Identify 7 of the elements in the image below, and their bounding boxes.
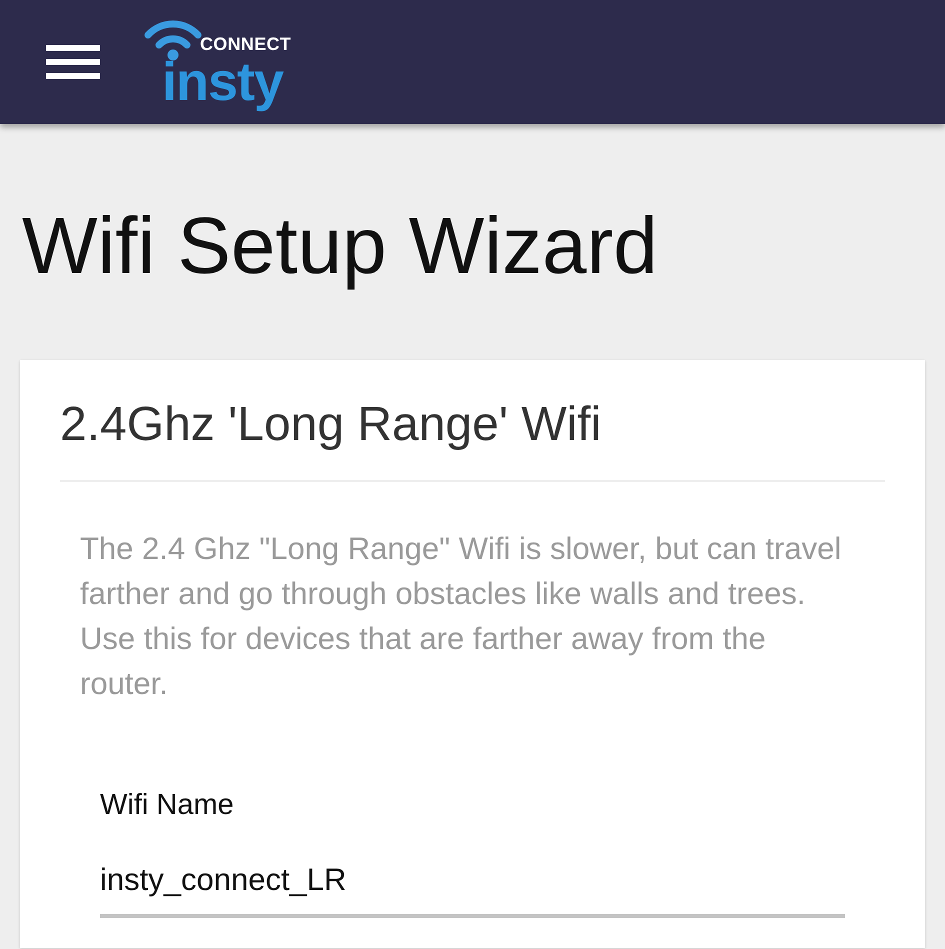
description-text: The 2.4 Ghz "Long Range" Wifi is slower, but can travel farther and go through obstacles like walls and trees. Use this for devices that are farther away from the router.	[80, 530, 842, 703]
input-field[interactable]: insty_connect_LR	[100, 857, 845, 918]
card-title: 2.4Ghz 'Long Range' Wifi	[60, 396, 885, 482]
logo-tagline: CONNECT	[200, 35, 292, 53]
menu-button[interactable]	[46, 45, 100, 79]
logo-wordmark: insty	[162, 55, 284, 109]
field-label: Wifi Name	[100, 788, 234, 823]
